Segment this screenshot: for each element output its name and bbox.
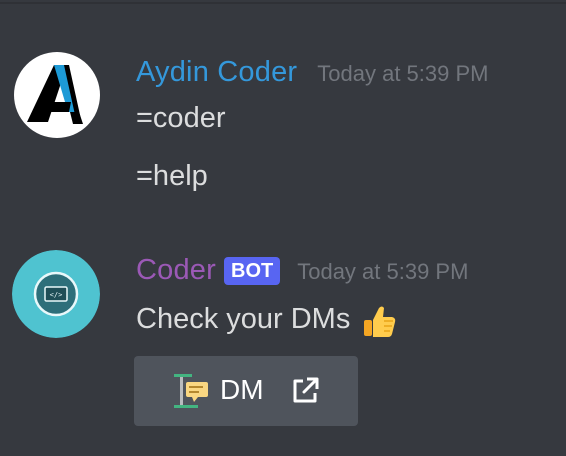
timestamp: Today at 5:39 PM (297, 259, 469, 284)
dm-button[interactable]: DM (134, 356, 358, 426)
thumbs-up-icon (360, 302, 398, 340)
username[interactable]: Coder (136, 254, 216, 287)
message-text-row: Check your DMs (136, 300, 398, 338)
letter-a-logo-icon (14, 52, 100, 138)
divider (0, 2, 566, 4)
avatar[interactable] (14, 52, 100, 138)
chat-view: Aydin Coder Today at 5:39 PM =coder =hel… (0, 0, 566, 456)
avatar[interactable]: </> (12, 250, 100, 338)
svg-text:</>: </> (50, 291, 63, 299)
code-terminal-icon: </> (12, 250, 100, 338)
message-header: Coder BOT Today at 5:39 PM (136, 250, 468, 290)
bot-badge: BOT (224, 257, 281, 285)
dm-emoji-icon (172, 372, 210, 410)
message-header: Aydin Coder Today at 5:39 PM (136, 52, 488, 92)
external-link-icon (290, 376, 320, 406)
message-text: =help (136, 160, 208, 192)
username[interactable]: Aydin Coder (136, 56, 297, 89)
dm-button-label: DM (220, 374, 264, 405)
timestamp: Today at 5:39 PM (317, 61, 489, 86)
message-text: =coder (136, 102, 226, 134)
message-text: Check your DMs (136, 302, 351, 335)
